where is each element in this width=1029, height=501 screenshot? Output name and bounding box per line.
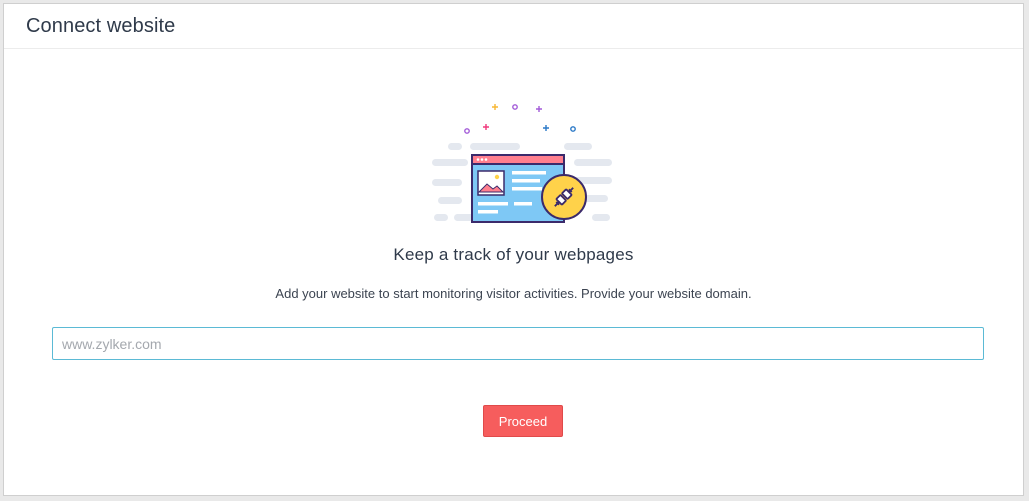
- page-title: Connect website: [26, 14, 176, 37]
- panel-header: Connect website: [4, 4, 1023, 49]
- description-text: Add your website to start monitoring vis…: [275, 286, 752, 301]
- browser-plug-illustration-icon: [432, 104, 612, 223]
- website-domain-input[interactable]: [52, 327, 984, 360]
- connect-website-illustration: [424, 99, 624, 229]
- connect-website-panel: Connect website Keep a track of your web…: [3, 3, 1024, 496]
- headline: Keep a track of your webpages: [393, 245, 634, 264]
- proceed-button[interactable]: Proceed: [483, 405, 563, 437]
